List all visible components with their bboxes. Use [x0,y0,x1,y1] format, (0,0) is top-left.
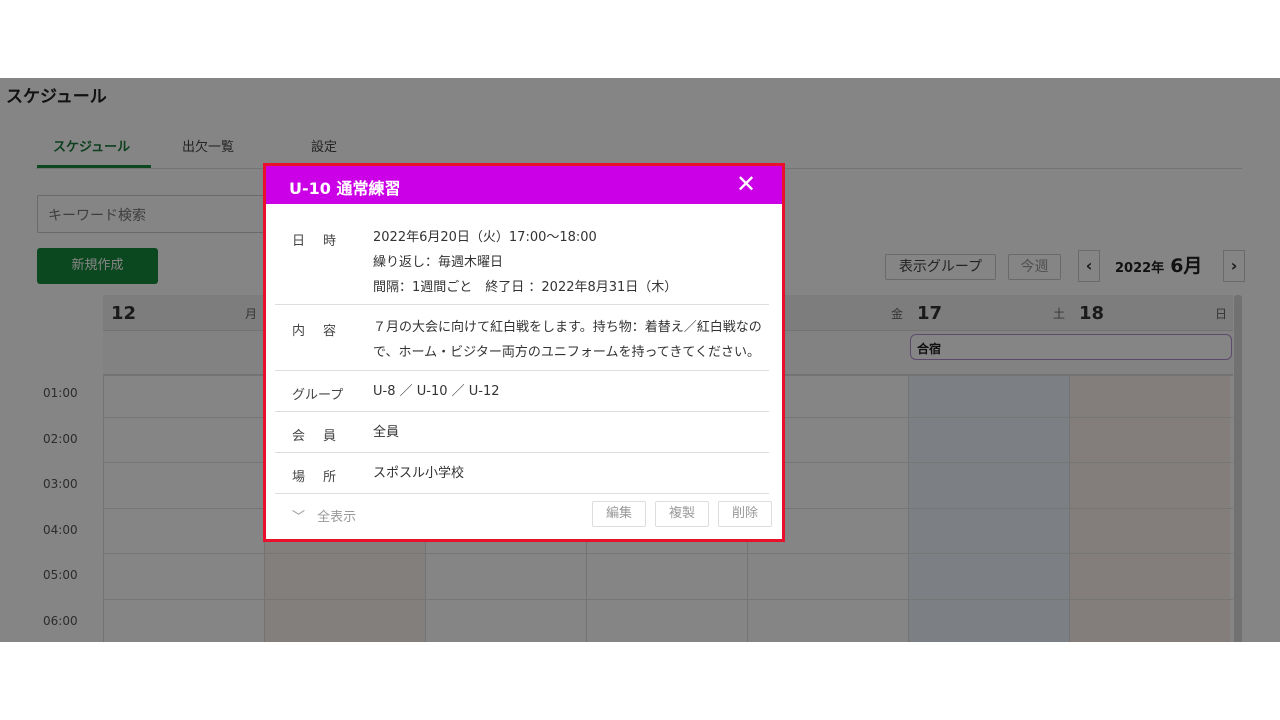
content-row: 内容 ７月の大会に向けて紅白戦をします。持ち物：着替え／紅白戦なの で、ホーム・… [275,305,769,371]
group-value: U-8 ／ U-10 ／ U-12 [373,384,500,399]
group-row: グループ U-8 ／ U-10 ／ U-12 [275,371,769,412]
show-all-label: 全表示 [317,510,357,525]
close-icon[interactable]: ✕ [734,172,758,196]
members-label: 会員 [292,429,355,444]
members-row: 会員 全員 [275,412,769,453]
delete-button[interactable]: 削除 [718,501,772,527]
interval-value: 間隔：1週間ごと 終了日 ：2022年8月31日（木） [373,280,678,295]
content-label: 内容 [292,324,355,339]
place-label: 場所 [292,470,355,485]
place-row: 場所 スポスル小学校 [275,453,769,494]
datetime-value: 2022年6月20日（火）17:00～18:00 [373,230,597,245]
datetime-label: 日時 [292,234,355,249]
members-value: 全員 [373,425,400,440]
show-all-toggle[interactable]: ﹀ 全表示 [292,506,356,525]
content-value-line: ７月の大会に向けて紅白戦をします。持ち物：着替え／紅白戦なの [373,320,762,335]
modal-footer: ﹀ 全表示 編集 複製 削除 [275,494,772,534]
place-value: スポスル小学校 [373,466,465,481]
event-detail-modal: U-10 通常練習 ✕ 日時 2022年6月20日（火）17:00～18:00 … [263,163,785,542]
chevron-down-icon: ﹀ [292,510,306,525]
content-value-line: で、ホーム・ビジター両方のユニフォームを持ってきてください。 [373,345,761,360]
group-label: グループ [292,388,344,403]
datetime-row: 日時 2022年6月20日（火）17:00～18:00 繰り返し：毎週木曜日 間… [275,204,769,305]
repeat-value: 繰り返し：毎週木曜日 [373,255,504,270]
modal-header: U-10 通常練習 ✕ [266,166,782,204]
modal-title: U-10 通常練習 [289,179,401,198]
edit-button[interactable]: 編集 [592,501,646,527]
duplicate-button[interactable]: 複製 [655,501,709,527]
